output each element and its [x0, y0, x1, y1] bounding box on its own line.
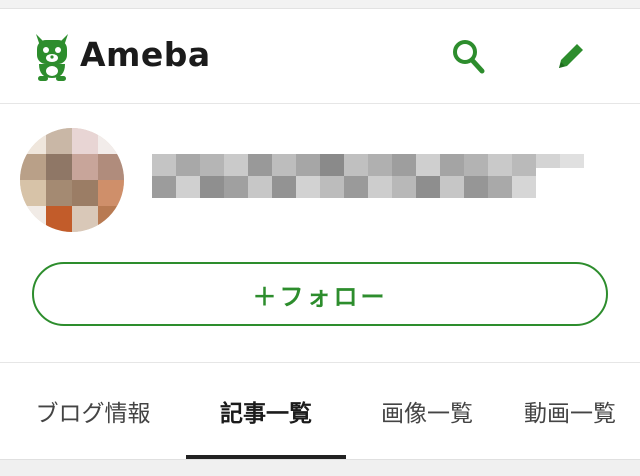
tab-image-list[interactable]: 画像一覧 [364, 363, 490, 459]
search-button[interactable] [448, 36, 488, 76]
blog-name-text [152, 148, 153, 149]
tab-article-list[interactable]: 記事一覧 [186, 363, 346, 459]
ameba-logo-text[interactable]: Ameba [80, 35, 211, 75]
tab-video-list[interactable]: 動画一覧 [524, 363, 640, 459]
search-icon [453, 40, 485, 74]
pencil-icon [559, 44, 583, 68]
blog-name-blurred[interactable] [152, 148, 592, 212]
avatar[interactable] [20, 128, 124, 232]
app-header: Ameba [0, 9, 640, 104]
bottom-strip [0, 459, 640, 476]
write-post-button[interactable] [551, 36, 591, 76]
blog-tabs: ブログ情報 記事一覧 画像一覧 動画一覧 [0, 363, 640, 459]
blog-profile: ＋フォロー [0, 104, 640, 363]
ameba-mascot-icon[interactable] [30, 30, 74, 82]
tab-blog-info[interactable]: ブログ情報 [22, 363, 164, 459]
top-strip [0, 0, 640, 9]
follow-button[interactable]: ＋フォロー [32, 262, 608, 326]
